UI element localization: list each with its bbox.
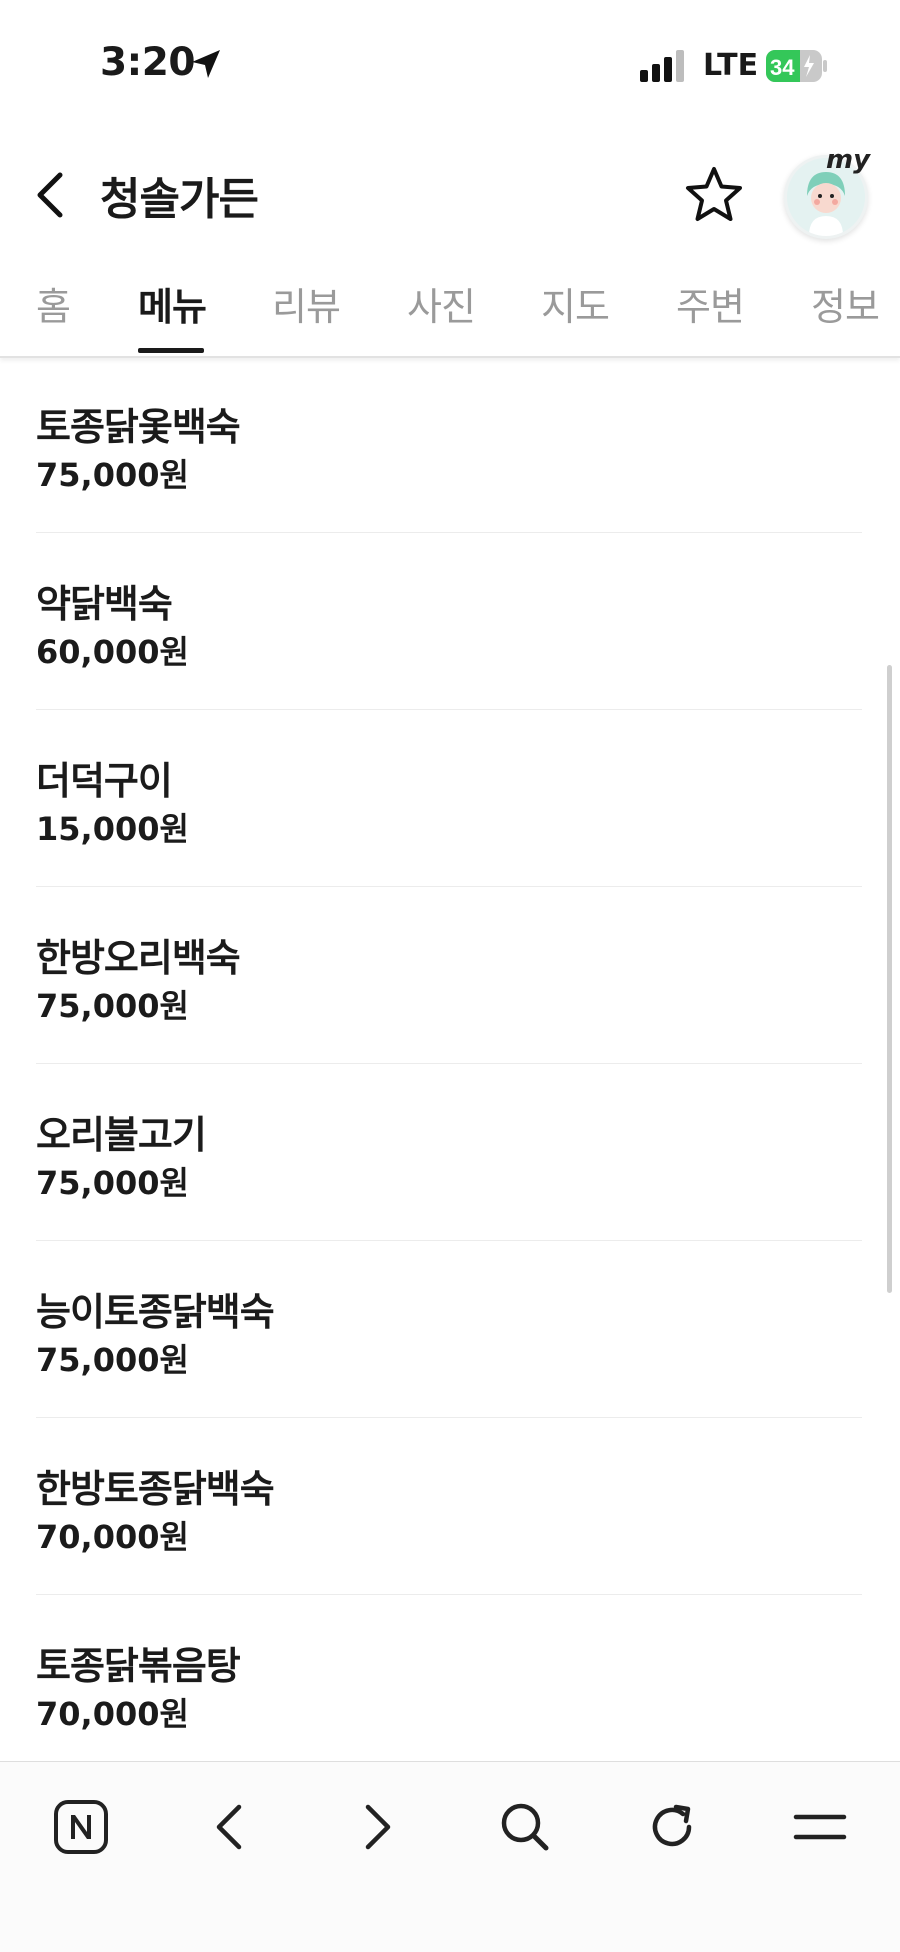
- menu-item-name: 오리불고기: [36, 1113, 207, 1157]
- browser-search-button[interactable]: [490, 1792, 560, 1862]
- menu-item-price: 75,000원: [36, 1164, 189, 1202]
- back-arrow-icon: [216, 1804, 242, 1850]
- menu-list: 토종닭옻백숙 75,000원 약닭백숙 60,000원 더덕구이 15,000원…: [36, 356, 862, 1761]
- status-bar: 3:20 LTE 34: [0, 0, 900, 135]
- tab-nearby[interactable]: 주변: [676, 276, 745, 331]
- tab-map[interactable]: 지도: [541, 276, 610, 331]
- place-header: 청솔가든 my: [0, 135, 900, 250]
- menu-item[interactable]: 토종닭볶음탕 70,000원: [36, 1595, 862, 1761]
- menu-item-price: 70,000원: [36, 1695, 189, 1733]
- forward-arrow-icon: [365, 1804, 391, 1850]
- menu-item-price: 75,000원: [36, 456, 189, 494]
- browser-back-button[interactable]: [194, 1792, 264, 1862]
- browser-toolbar: [0, 1761, 900, 1952]
- tab-info[interactable]: 정보: [811, 276, 880, 331]
- location-arrow-icon: [192, 50, 220, 78]
- menu-icon: [793, 1814, 847, 1840]
- menu-item-price: 15,000원: [36, 810, 189, 848]
- tab-home[interactable]: 홈: [36, 276, 71, 331]
- menu-item-price: 60,000원: [36, 633, 189, 671]
- network-type: LTE: [703, 48, 759, 83]
- menu-item-name: 한방토종닭백숙: [36, 1467, 275, 1511]
- menu-item-name: 한방오리백숙: [36, 936, 241, 980]
- menu-item[interactable]: 한방오리백숙 75,000원: [36, 887, 862, 1064]
- menu-item-price: 75,000원: [36, 1341, 189, 1379]
- browser-menu-button[interactable]: [785, 1792, 855, 1862]
- menu-item-name: 토종닭볶음탕: [36, 1644, 241, 1688]
- menu-item-name: 능이토종닭백숙: [36, 1290, 275, 1334]
- menu-item[interactable]: 오리불고기 75,000원: [36, 1064, 862, 1241]
- browser-refresh-button[interactable]: [637, 1792, 707, 1862]
- search-icon: [501, 1803, 549, 1851]
- menu-item[interactable]: 한방토종닭백숙 70,000원: [36, 1418, 862, 1595]
- menu-item-name: 더덕구이: [36, 759, 173, 803]
- tab-bar: 홈 메뉴 리뷰 사진 지도 주변 정보: [0, 252, 900, 358]
- menu-item[interactable]: 약닭백숙 60,000원: [36, 533, 862, 710]
- status-time: 3:20: [100, 40, 196, 85]
- tab-menu[interactable]: 메뉴: [138, 276, 207, 331]
- page-title: 청솔가든: [100, 174, 259, 225]
- menu-item-name: 토종닭옻백숙: [36, 405, 241, 449]
- menu-item-price: 75,000원: [36, 987, 189, 1025]
- menu-item[interactable]: 능이토종닭백숙 75,000원: [36, 1241, 862, 1418]
- active-tab-indicator: [138, 348, 204, 353]
- menu-item-name: 약닭백숙: [36, 582, 173, 626]
- battery-icon: 34: [766, 50, 827, 82]
- naver-home-button[interactable]: [46, 1792, 116, 1862]
- back-arrow-icon[interactable]: [28, 167, 74, 223]
- tab-photos[interactable]: 사진: [407, 276, 476, 331]
- naver-home-icon: [54, 1800, 108, 1854]
- refresh-icon: [652, 1804, 692, 1847]
- cellular-signal-icon: [640, 50, 684, 82]
- menu-item[interactable]: 토종닭옻백숙 75,000원: [36, 356, 862, 533]
- scrollbar[interactable]: [887, 665, 892, 1293]
- tab-reviews[interactable]: 리뷰: [272, 276, 341, 331]
- favorite-star-icon[interactable]: [682, 163, 746, 227]
- menu-item-price: 70,000원: [36, 1518, 189, 1556]
- menu-item[interactable]: 더덕구이 15,000원: [36, 710, 862, 887]
- browser-forward-button[interactable]: [343, 1792, 413, 1862]
- battery-level: 34: [770, 55, 795, 80]
- my-badge: my: [826, 145, 871, 175]
